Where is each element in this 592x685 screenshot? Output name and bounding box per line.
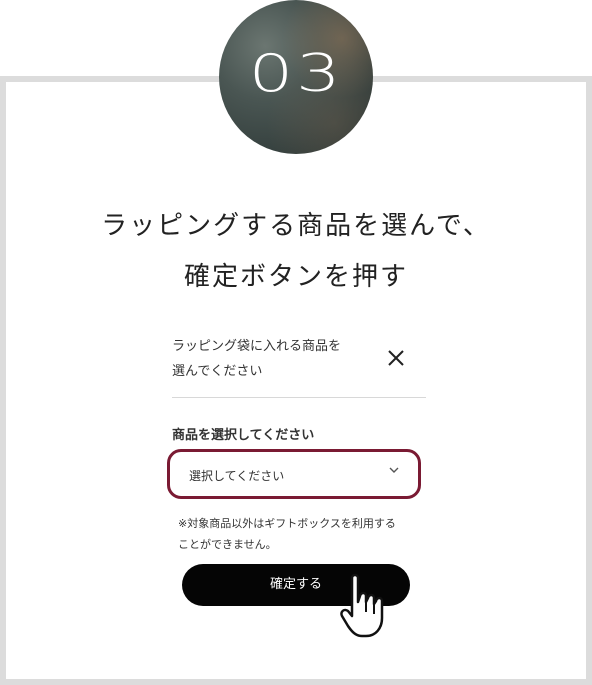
- hand-pointer-icon: [340, 573, 384, 638]
- product-select-label: 商品を選択してください: [172, 428, 315, 443]
- panel-title-line-2: 選んでください: [172, 364, 263, 379]
- panel-title-line-1: ラッピング袋に入れる商品を: [172, 339, 342, 354]
- panel-divider: [172, 397, 426, 398]
- chevron-down-icon: [388, 464, 400, 480]
- heading-line-1: ラッピングする商品を選んで、: [101, 211, 491, 241]
- notice-line-2: ことができません。: [178, 538, 277, 551]
- product-select[interactable]: 選択してください: [167, 449, 421, 499]
- panel-title: ラッピング袋に入れる商品を 選んでください: [172, 334, 372, 384]
- close-icon-svg: [388, 350, 404, 366]
- heading-line-2: 確定ボタンを押す: [183, 262, 408, 292]
- notice-text: ※対象商品以外はギフトボックスを利用する ことができません。: [178, 513, 418, 555]
- close-icon[interactable]: [386, 348, 406, 368]
- product-select-value: 選択してください: [189, 469, 285, 483]
- step-badge: 03: [219, 0, 373, 154]
- notice-line-1: ※対象商品以外はギフトボックスを利用する: [178, 517, 396, 530]
- step-number: 03: [248, 44, 344, 104]
